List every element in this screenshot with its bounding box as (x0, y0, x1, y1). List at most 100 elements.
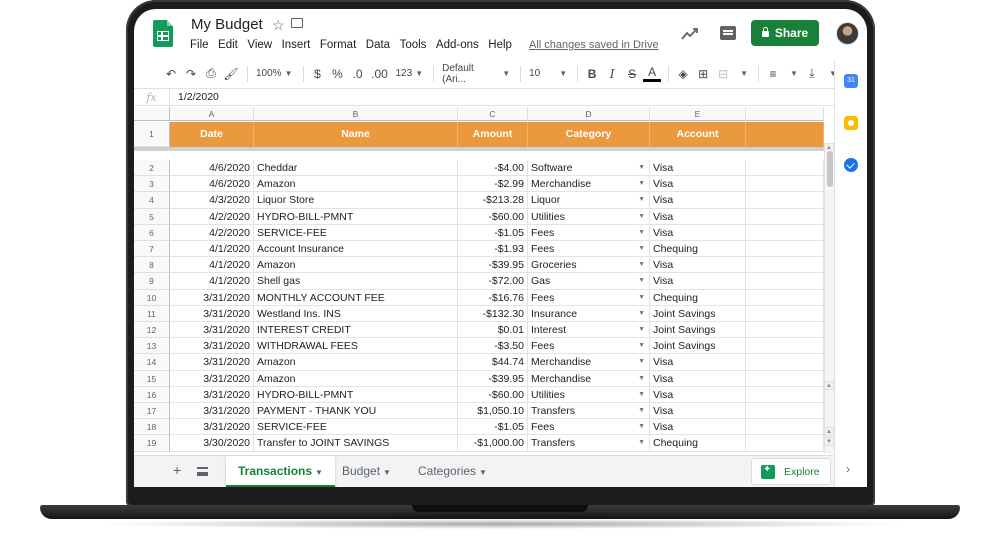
cell-amount[interactable]: -$16.76 (458, 289, 528, 306)
cell-account[interactable]: Joint Savings (650, 338, 746, 355)
cell-empty[interactable] (746, 176, 824, 193)
cell-name[interactable]: Amazon (254, 257, 458, 274)
dropdown-arrow-icon[interactable]: ▼ (638, 338, 645, 353)
strikethrough-button[interactable]: S (623, 64, 641, 84)
avatar[interactable] (836, 22, 859, 45)
explore-button[interactable]: Explore (751, 458, 831, 485)
row-number[interactable]: 6 (134, 224, 170, 241)
cell-amount[interactable]: -$60.00 (458, 208, 528, 225)
sheets-logo-icon[interactable] (153, 20, 173, 47)
font-size-select[interactable]: 10 ▼ (526, 64, 570, 84)
cell-empty[interactable] (746, 386, 824, 403)
cell-empty[interactable] (746, 338, 824, 355)
header-cell-date[interactable]: Date (170, 122, 254, 147)
cell-amount[interactable]: $44.74 (458, 354, 528, 371)
chevron-right-icon[interactable]: › (846, 462, 850, 476)
cell-date[interactable]: 4/1/2020 (170, 257, 254, 274)
cell-category[interactable]: Fees ▼ (528, 338, 650, 355)
cell-empty[interactable] (746, 160, 824, 177)
cell-empty[interactable] (746, 322, 824, 339)
cell-empty[interactable] (746, 208, 824, 225)
cell-name[interactable]: SERVICE-FEE (254, 224, 458, 241)
cell-amount[interactable]: -$132.30 (458, 305, 528, 322)
add-sheet-icon[interactable]: + (173, 462, 181, 478)
cell-category[interactable]: Insurance ▼ (528, 305, 650, 322)
row-number[interactable]: 9 (134, 273, 170, 290)
merge-dropdown[interactable]: ▼ (734, 64, 751, 84)
cell-category[interactable]: Merchandise ▼ (528, 176, 650, 193)
dropdown-arrow-icon[interactable]: ▼ (638, 419, 645, 434)
vertical-align-icon[interactable]: ⤓ (803, 64, 821, 84)
dropdown-arrow-icon[interactable]: ▼ (638, 225, 645, 240)
row-number[interactable]: 10 (134, 289, 170, 306)
cell-category[interactable]: Fees ▼ (528, 419, 650, 436)
vertical-scrollbar[interactable] (824, 151, 834, 454)
column-header-c[interactable]: C (458, 107, 528, 121)
cell-date[interactable]: 3/30/2020 (170, 435, 254, 452)
currency-format-button[interactable]: $ (309, 64, 327, 84)
cell-amount[interactable]: -$1.05 (458, 224, 528, 241)
menu-edit[interactable]: Edit (218, 39, 238, 51)
cell-date[interactable]: 4/1/2020 (170, 241, 254, 258)
cell-account[interactable]: Joint Savings (650, 305, 746, 322)
merge-cells-icon[interactable]: ⊟ (714, 64, 732, 84)
percent-format-button[interactable]: % (329, 64, 347, 84)
increase-decimal-button[interactable]: .00 (369, 64, 391, 84)
zoom-select[interactable]: 100% ▼ (253, 64, 296, 84)
dropdown-arrow-icon[interactable]: ▼ (638, 403, 645, 418)
menu-tools[interactable]: Tools (400, 39, 427, 51)
cell-amount[interactable]: -$39.95 (458, 257, 528, 274)
row-number[interactable]: 3 (134, 176, 170, 193)
row-number[interactable]: 12 (134, 322, 170, 339)
cell-amount[interactable]: -$213.28 (458, 192, 528, 209)
cell-amount[interactable]: $1,050.10 (458, 403, 528, 420)
dropdown-arrow-icon[interactable]: ▼ (638, 192, 645, 207)
row-number[interactable]: 8 (134, 257, 170, 274)
cell-amount[interactable]: -$1,000.00 (458, 435, 528, 452)
cell-empty[interactable] (746, 435, 824, 452)
cell-date[interactable]: 3/31/2020 (170, 403, 254, 420)
share-button[interactable]: Share (751, 20, 819, 46)
sheet-tab-transactions[interactable]: Transactions ▼ (226, 456, 335, 487)
cell-date[interactable]: 3/31/2020 (170, 289, 254, 306)
cell-date[interactable]: 4/2/2020 (170, 224, 254, 241)
scroll-up-button[interactable]: ▲ (824, 427, 834, 436)
column-header-b[interactable]: B (254, 107, 458, 121)
undo-icon[interactable]: ↶ (162, 64, 180, 84)
cell-name[interactable]: Transfer to JOINT SAVINGS (254, 435, 458, 452)
move-folder-icon[interactable] (291, 18, 303, 28)
cell-name[interactable]: PAYMENT - THANK YOU (254, 403, 458, 420)
cell-category[interactable]: Utilities ▼ (528, 386, 650, 403)
cell-amount[interactable]: -$2.99 (458, 176, 528, 193)
cell-empty[interactable] (746, 403, 824, 420)
cell-category[interactable]: Fees ▼ (528, 224, 650, 241)
italic-button[interactable]: I (603, 64, 621, 84)
header-cell-empty[interactable] (746, 122, 824, 147)
text-color-button[interactable]: A (643, 65, 662, 82)
cell-category[interactable]: Fees ▼ (528, 289, 650, 306)
cell-empty[interactable] (746, 354, 824, 371)
cell-category[interactable]: Interest ▼ (528, 322, 650, 339)
cell-account[interactable]: Chequing (650, 241, 746, 258)
row-number[interactable]: 19 (134, 435, 170, 452)
cell-account[interactable]: Visa (650, 176, 746, 193)
row-number[interactable]: 16 (134, 386, 170, 403)
row-number[interactable]: 14 (134, 354, 170, 371)
dropdown-arrow-icon[interactable]: ▼ (638, 160, 645, 175)
borders-icon[interactable]: ⊞ (694, 64, 712, 84)
cell-date[interactable]: 4/2/2020 (170, 208, 254, 225)
row-number[interactable]: 11 (134, 305, 170, 322)
cell-date[interactable]: 3/31/2020 (170, 370, 254, 387)
cell-amount[interactable]: -$72.00 (458, 273, 528, 290)
cell-empty[interactable] (746, 419, 824, 436)
dropdown-arrow-icon[interactable]: ▼ (638, 241, 645, 256)
column-header-e[interactable]: E (650, 107, 746, 121)
dropdown-arrow-icon[interactable]: ▼ (638, 306, 645, 321)
frozen-row-divider[interactable] (134, 147, 824, 151)
cell-account[interactable]: Visa (650, 257, 746, 274)
cell-category[interactable]: Transfers ▼ (528, 403, 650, 420)
header-cell-account[interactable]: Account (650, 122, 746, 147)
cell-category[interactable]: Software ▼ (528, 160, 650, 177)
row-number[interactable]: 4 (134, 192, 170, 209)
menu-help[interactable]: Help (488, 39, 512, 51)
